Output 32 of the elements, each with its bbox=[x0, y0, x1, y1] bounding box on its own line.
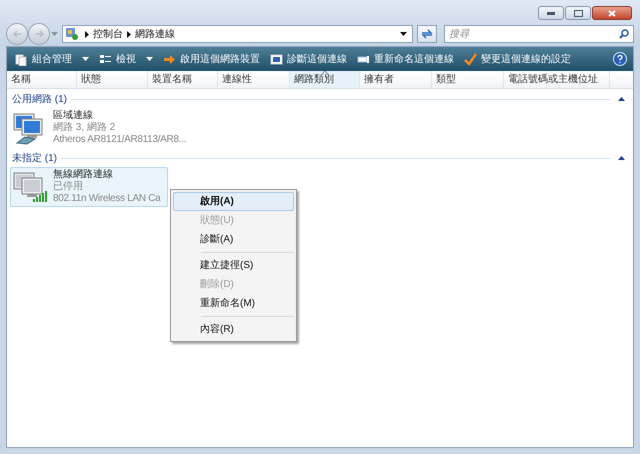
device-name: 802.11n Wireless LAN Ca bbox=[53, 193, 160, 205]
connection-item[interactable]: 無線網路連線 已停用 802.11n Wireless LAN Ca bbox=[10, 167, 168, 207]
menu-item[interactable]: 內容(R) bbox=[173, 320, 294, 339]
menu-item[interactable]: 建立捷徑(S) bbox=[173, 256, 294, 275]
group-header[interactable]: 未指定 (1) bbox=[12, 150, 57, 166]
column-header[interactable]: 裝置名稱 bbox=[148, 71, 218, 88]
breadcrumb-link[interactable]: 控制台 bbox=[93, 26, 123, 42]
connection-status: 網路 3, 網路 2 bbox=[53, 122, 116, 134]
group-header[interactable]: 公用網路 (1) bbox=[12, 92, 67, 106]
column-header[interactable]: 名稱 bbox=[7, 71, 77, 88]
toolbar-button[interactable]: 診斷這個連線 bbox=[266, 49, 351, 69]
menu-item[interactable]: 啟用(A) bbox=[173, 192, 294, 211]
column-header[interactable]: 網路類別 bbox=[290, 71, 360, 88]
connection-name: 無線網路連線 bbox=[53, 169, 114, 181]
device-name: Atheros AR8121/AR8113/AR8... bbox=[53, 134, 186, 146]
menu-item[interactable]: 重新命名(M) bbox=[173, 294, 294, 313]
toolbar-button[interactable]: 啟用這個網路裝置 bbox=[159, 49, 264, 69]
toolbar-button[interactable]: 重新命名這個連線 bbox=[353, 49, 458, 69]
column-header[interactable]: 狀態 bbox=[77, 71, 148, 88]
connection-name: 區域連線 bbox=[53, 110, 94, 122]
column-header[interactable]: 類型 bbox=[432, 71, 504, 88]
toolbar-button[interactable]: 變更這個連線的設定 bbox=[460, 49, 575, 69]
menu-item[interactable]: 診斷(A) bbox=[173, 230, 294, 249]
column-header[interactable]: 電話號碼或主機位址 bbox=[504, 71, 610, 88]
toolbar-button[interactable]: 組合管理 bbox=[11, 49, 93, 69]
address-field[interactable]: 控制台 網路連線 bbox=[62, 25, 413, 43]
connection-status: 已停用 bbox=[53, 181, 84, 193]
search-field[interactable]: 搜尋 bbox=[444, 25, 634, 43]
column-header[interactable]: 擁有者 bbox=[360, 71, 432, 88]
connection-item[interactable]: 區域連線 網路 3, 網路 2 Atheros AR8121/AR8113/AR8... bbox=[10, 108, 212, 148]
breadcrumb-link[interactable]: 網路連線 bbox=[135, 26, 175, 42]
toolbar-button[interactable]: 檢視 bbox=[95, 49, 157, 69]
